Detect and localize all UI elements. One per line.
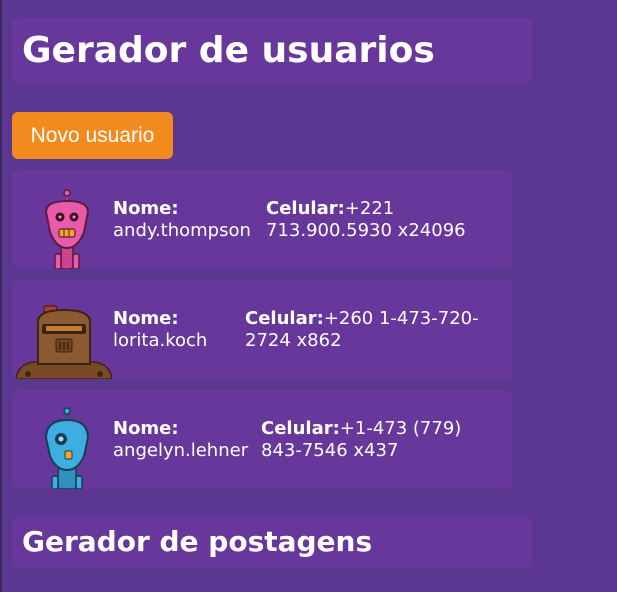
brown-robot-avatar-icon <box>16 284 112 379</box>
user-phone-line2: 843-7546 x437 <box>261 440 399 461</box>
user-name: andy.thompson <box>113 220 251 241</box>
user-phone-line2: 713.900.5930 x24096 <box>266 220 466 241</box>
posts-section-title: Gerador de postagens <box>22 525 373 558</box>
user-phone-line2: 2724 x862 <box>245 330 342 351</box>
posts-section-header: Gerador de postagens <box>12 515 532 569</box>
name-label: Nome: <box>113 418 179 439</box>
left-border <box>0 0 2 592</box>
user-phone-line1: +221 <box>344 198 395 219</box>
pink-robot-avatar-icon <box>16 174 112 269</box>
user-name: lorita.koch <box>113 330 208 351</box>
name-label: Nome: <box>113 308 179 329</box>
user-phone-line1: +1-473 (779) <box>339 418 462 439</box>
user-name: angelyn.lehner <box>113 440 249 461</box>
user-card: Nome: andy.thompson Celular:+221 713.900… <box>12 170 512 269</box>
user-name-field: Nome: lorita.koch <box>113 308 207 352</box>
user-phone-field: Celular:+260 1-473-720- 2724 x862 <box>245 308 479 352</box>
phone-label: Celular: <box>266 198 345 219</box>
user-card: Nome: lorita.koch Celular:+260 1-473-720… <box>12 280 512 379</box>
new-user-button[interactable]: Novo usuario <box>12 112 173 159</box>
user-card: Nome: angelyn.lehner Celular:+1-473 (779… <box>12 390 512 489</box>
user-phone-field: Celular:+221 713.900.5930 x24096 <box>266 198 466 242</box>
user-phone-line1: +260 1-473-720- <box>323 308 479 329</box>
user-phone-field: Celular:+1-473 (779) 843-7546 x437 <box>261 418 461 462</box>
phone-label: Celular: <box>261 418 340 439</box>
phone-label: Celular: <box>245 308 324 329</box>
user-name-field: Nome: angelyn.lehner <box>113 418 248 462</box>
users-section-header: Gerador de usuarios <box>12 18 532 85</box>
blue-robot-avatar-icon <box>16 394 112 489</box>
name-label: Nome: <box>113 198 179 219</box>
users-section-title: Gerador de usuarios <box>22 30 435 71</box>
user-name-field: Nome: andy.thompson <box>113 198 251 242</box>
